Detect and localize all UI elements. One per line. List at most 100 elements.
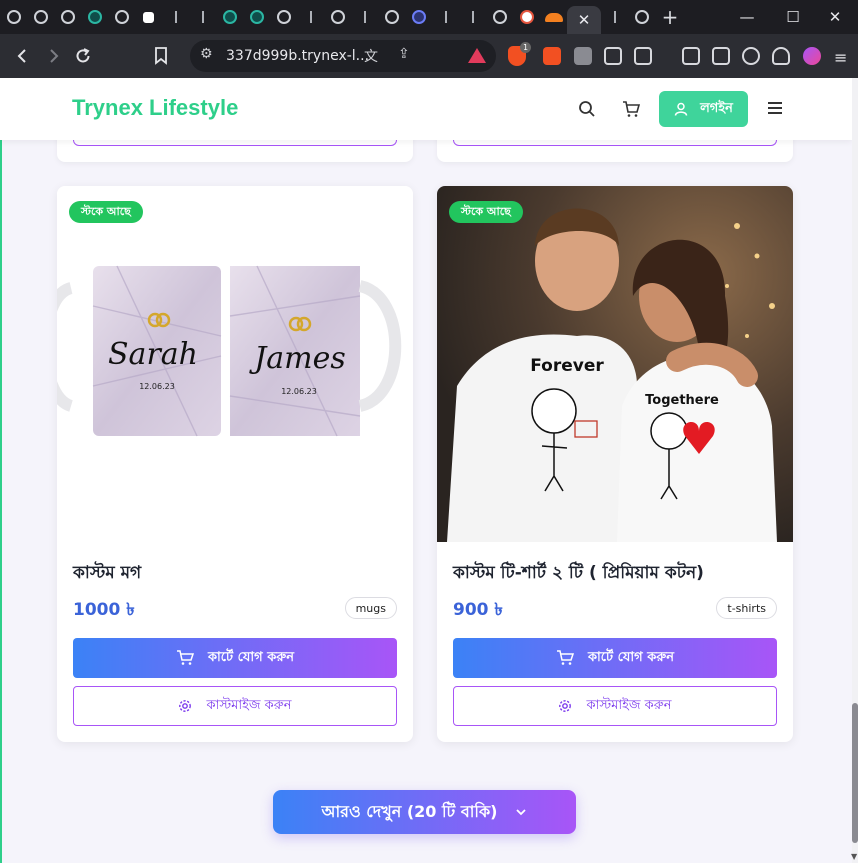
- tab[interactable]: [216, 0, 243, 34]
- tab-favicon-icon: [143, 11, 154, 23]
- brave-rewards-icon[interactable]: [468, 48, 486, 63]
- tab-favicon-icon: [174, 11, 177, 23]
- tab[interactable]: [189, 0, 216, 34]
- web-page: Trynex Lifestyle লগইন Sarah James 12.06.…: [0, 78, 852, 863]
- product-title[interactable]: কাস্টম মগ: [73, 560, 141, 588]
- tab[interactable]: [0, 0, 27, 34]
- tab-favicon-icon: [330, 10, 345, 24]
- close-window-button[interactable]: ✕: [812, 0, 858, 34]
- tab-favicon-icon: [87, 10, 102, 24]
- extensions-puzzle-icon[interactable]: [604, 47, 622, 65]
- add-to-cart-button[interactable]: কার্টে যোগ করুন: [453, 638, 777, 678]
- site-settings-icon[interactable]: ⚙: [200, 46, 213, 62]
- extension-icon[interactable]: [543, 47, 561, 65]
- tab[interactable]: [405, 0, 432, 34]
- add-to-cart-button[interactable]: কার্টে যোগ করুন: [73, 638, 397, 678]
- tab-favicon-icon: [492, 10, 507, 24]
- tab[interactable]: [270, 0, 297, 34]
- bookmark-icon[interactable]: [146, 41, 176, 71]
- new-tab-button[interactable]: +: [655, 5, 685, 29]
- tab[interactable]: [135, 0, 162, 34]
- load-more-button[interactable]: আরও দেখুন (20 টি বাকি): [273, 790, 576, 834]
- window-edge: [0, 78, 2, 863]
- customize-label: কাস্টমাইজ করুন: [586, 697, 672, 713]
- close-tab-icon[interactable]: ✕: [578, 11, 591, 29]
- category-badge: t-shirts: [716, 597, 777, 619]
- tab[interactable]: [324, 0, 351, 34]
- cart-icon[interactable]: [620, 98, 642, 120]
- mug-date-text: 12.06.23: [281, 387, 317, 396]
- sidebar-toggle-icon[interactable]: [682, 47, 700, 65]
- tab[interactable]: [513, 0, 540, 34]
- shirt-print-text: Forever: [530, 356, 604, 376]
- tab[interactable]: [628, 0, 655, 34]
- site-logo[interactable]: Trynex Lifestyle: [72, 95, 238, 121]
- forward-icon[interactable]: [38, 41, 68, 71]
- back-icon[interactable]: [8, 41, 38, 71]
- product-title[interactable]: কাস্টম টি-শার্ট ২ টি ( প্রিমিয়াম কটন): [453, 560, 704, 588]
- tab-favicon-icon: [613, 11, 616, 23]
- tab[interactable]: [378, 0, 405, 34]
- extension-icon[interactable]: [574, 47, 592, 65]
- wallet-icon[interactable]: [712, 47, 730, 65]
- user-icon: [674, 102, 688, 116]
- login-button[interactable]: লগইন: [659, 91, 748, 127]
- cart-icon: [556, 650, 574, 665]
- in-stock-badge: স্টকে আছে: [449, 201, 523, 223]
- customize-label: কাস্টমাইজ করুন: [206, 697, 292, 713]
- tab[interactable]: [27, 0, 54, 34]
- scrollbar-thumb[interactable]: [852, 703, 858, 843]
- mug-name-text: Sarah: [108, 337, 198, 372]
- customize-button[interactable]: কাস্টমাইজ করুন: [453, 686, 777, 726]
- tab[interactable]: [459, 0, 486, 34]
- add-to-cart-label: কার্টে যোগ করুন: [587, 649, 675, 665]
- vpn-icon[interactable]: [772, 47, 790, 65]
- tab-favicon-icon: [471, 11, 474, 23]
- minimize-button[interactable]: —: [724, 0, 770, 34]
- gear-icon: [179, 700, 192, 712]
- site-header: Trynex Lifestyle লগইন: [0, 78, 852, 140]
- tab-favicon-icon: [363, 11, 366, 23]
- product-image[interactable]: Forever Togethere: [437, 186, 793, 542]
- address-bar[interactable]: ⚙ 337d999b.trynex-l... 文 ⇪: [190, 40, 496, 72]
- tab[interactable]: [486, 0, 513, 34]
- tab[interactable]: [54, 0, 81, 34]
- tab[interactable]: [540, 0, 567, 34]
- tab[interactable]: [162, 0, 189, 34]
- tab-favicon-icon: [33, 10, 48, 24]
- reload-icon[interactable]: [68, 41, 98, 71]
- tab-favicon-icon: [519, 10, 534, 24]
- scroll-down-arrow-icon[interactable]: ▼: [851, 852, 857, 861]
- tab-favicon-icon: [6, 10, 21, 24]
- tab-favicon-icon: [60, 10, 75, 24]
- cloudflare-icon: [544, 12, 563, 22]
- product-image[interactable]: Sarah James 12.06.23 12.06.23: [57, 186, 413, 542]
- tab[interactable]: [243, 0, 270, 34]
- chevron-down-icon: [516, 809, 527, 816]
- reader-mode-icon[interactable]: [634, 47, 652, 65]
- tab[interactable]: [297, 0, 324, 34]
- maximize-button[interactable]: ☐: [770, 0, 816, 34]
- tab[interactable]: [432, 0, 459, 34]
- share-icon[interactable]: ⇪: [398, 46, 410, 62]
- leo-ai-icon[interactable]: [742, 47, 760, 65]
- product-card[interactable]: Forever Togethere স্টকে আছে কাস্টম টি-শা…: [437, 186, 793, 742]
- hamburger-menu-icon[interactable]: [768, 102, 782, 117]
- tab-favicon-icon: [444, 11, 447, 23]
- tab[interactable]: [108, 0, 135, 34]
- translate-icon[interactable]: 文: [364, 46, 378, 66]
- tab[interactable]: [601, 0, 628, 34]
- cart-icon: [176, 650, 194, 665]
- product-price: 900 ৳: [453, 600, 503, 620]
- active-tab[interactable]: ✕: [567, 6, 601, 34]
- search-icon[interactable]: [576, 98, 598, 120]
- menu-icon[interactable]: ≡: [834, 48, 847, 67]
- url-text[interactable]: 337d999b.trynex-l...: [226, 48, 369, 64]
- customize-button[interactable]: কাস্টমাইজ করুন: [73, 686, 397, 726]
- login-label: লগইন: [700, 100, 733, 116]
- tab[interactable]: [351, 0, 378, 34]
- tab-favicon-icon: [249, 10, 264, 24]
- product-card[interactable]: Sarah James 12.06.23 12.06.23 স্টকে আছে …: [57, 186, 413, 742]
- tab[interactable]: [81, 0, 108, 34]
- profile-avatar[interactable]: [803, 47, 821, 65]
